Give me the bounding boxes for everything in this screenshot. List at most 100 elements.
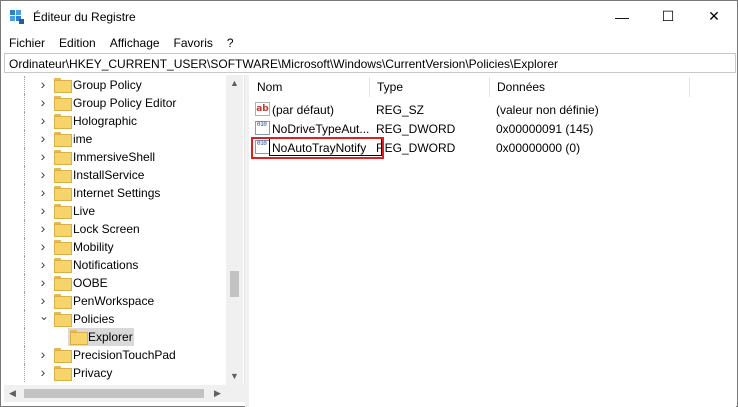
value-type: REG_DWORD (376, 122, 456, 136)
value-data: (valeur non définie) (496, 103, 599, 117)
tree-item[interactable]: › Mobility (4, 238, 226, 256)
tree-item[interactable]: › InstallService (4, 166, 226, 184)
chevron-right-icon[interactable]: › (39, 113, 47, 127)
menu-help[interactable]: ? (220, 33, 241, 53)
tree-item[interactable]: › ImmersiveShell (4, 148, 226, 166)
folder-icon (54, 348, 72, 363)
tree-guide-line (24, 220, 25, 238)
chevron-down-icon[interactable]: ⌄ (39, 310, 49, 322)
value-name: NoDriveTypeAut... (272, 122, 370, 136)
folder-icon (54, 186, 72, 201)
tree-item[interactable]: ⌄ Policies (4, 310, 226, 328)
tree-item-label: ImmersiveShell (73, 150, 156, 164)
column-separator[interactable] (689, 77, 690, 97)
menu-favoris[interactable]: Favoris (167, 33, 220, 53)
tree-item[interactable]: › ime (4, 130, 226, 148)
scroll-down-icon[interactable]: ▼ (226, 368, 243, 385)
chevron-right-icon[interactable]: › (39, 95, 47, 109)
title-bar[interactable]: Éditeur du Registre — ☐ ✕ (1, 1, 737, 32)
scroll-thumb[interactable] (24, 389, 204, 398)
tree-item-label: PrecisionTouchPad (73, 348, 176, 362)
tree-guide-line (24, 310, 25, 328)
folder-icon (54, 294, 72, 309)
menu-edition[interactable]: Edition (52, 33, 103, 53)
scroll-up-icon[interactable]: ▲ (226, 75, 243, 92)
chevron-right-icon[interactable]: › (39, 167, 47, 181)
folder-icon (54, 312, 72, 327)
tree-guide-line (24, 184, 25, 202)
tree-guide-line (24, 274, 25, 292)
tree-item[interactable]: Explorer (4, 328, 226, 346)
folder-icon (54, 150, 72, 165)
chevron-right-icon[interactable]: › (39, 239, 47, 253)
menu-affichage[interactable]: Affichage (103, 33, 167, 53)
close-button[interactable]: ✕ (691, 1, 737, 32)
folder-icon (54, 204, 72, 219)
tree-item[interactable]: › OOBE (4, 274, 226, 292)
scroll-right-icon[interactable]: ▶ (209, 385, 226, 402)
chevron-right-icon[interactable]: › (39, 131, 47, 145)
tree-item[interactable]: › Live (4, 202, 226, 220)
tree-item[interactable]: › Group Policy Editor (4, 94, 226, 112)
tree-item-label: Live (73, 204, 96, 218)
column-header-nom[interactable]: Nom (249, 75, 369, 99)
tree-item-label: Privacy (73, 366, 113, 380)
folder-icon (54, 276, 72, 291)
tree-item[interactable]: › Group Policy (4, 76, 226, 94)
value-name: (par défaut) (272, 103, 335, 117)
folder-icon (54, 366, 72, 381)
address-path[interactable]: Ordinateur\HKEY_CURRENT_USER\SOFTWARE\Mi… (9, 57, 558, 71)
key-tree-pane[interactable]: › Group Policy › Group Policy Editor › Hologr… (4, 75, 245, 385)
list-item[interactable]: 010 NoDriveTypeAut... REG_DWORD 0x000000… (249, 119, 736, 138)
tree-item[interactable]: › Lock Screen (4, 220, 226, 238)
folder-icon (54, 96, 72, 111)
tree-item-label: Mobility (73, 240, 114, 254)
folder-icon (54, 240, 72, 255)
tree-guide-line (24, 148, 25, 166)
tree-item-label: OOBE (73, 276, 108, 290)
chevron-right-icon[interactable]: › (39, 365, 47, 379)
list-item[interactable]: ab (par défaut) REG_SZ (valeur non défin… (249, 100, 736, 119)
maximize-button[interactable]: ☐ (645, 1, 691, 32)
chevron-right-icon[interactable]: › (39, 203, 47, 217)
chevron-right-icon[interactable]: › (39, 293, 47, 307)
chevron-right-icon[interactable]: › (39, 77, 47, 91)
tree-item[interactable]: › Holographic (4, 112, 226, 130)
address-bar[interactable]: Ordinateur\HKEY_CURRENT_USER\SOFTWARE\Mi… (4, 53, 736, 73)
tree-item[interactable]: › Internet Settings (4, 184, 226, 202)
tree-item[interactable]: › PenWorkspace (4, 292, 226, 310)
tree-item[interactable]: › Notifications (4, 256, 226, 274)
tree-guide-line (24, 130, 25, 148)
tree-vertical-scrollbar[interactable]: ▲ ▼ (226, 75, 243, 385)
menu-bar: Fichier Edition Affichage Favoris ? (1, 33, 737, 53)
column-header-donnees[interactable]: Données (489, 75, 689, 99)
tree-item[interactable]: › PrecisionTouchPad (4, 346, 226, 364)
chevron-right-icon[interactable]: › (39, 221, 47, 235)
tree-guide-line (24, 202, 25, 220)
tree-guide-line (24, 76, 25, 94)
scroll-left-icon[interactable]: ◀ (4, 385, 21, 402)
tree-horizontal-scrollbar[interactable]: ◀ ▶ (4, 385, 245, 402)
minimize-button[interactable]: — (599, 1, 645, 32)
values-list-pane[interactable]: Nom Type Données ab (par défaut) REG_SZ … (249, 75, 736, 407)
chevron-right-icon[interactable]: › (39, 257, 47, 271)
list-header: Nom Type Données (249, 75, 736, 99)
registry-editor-window: Éditeur du Registre — ☐ ✕ Fichier Editio… (0, 0, 738, 407)
tree-item-label: Notifications (73, 258, 139, 272)
tree-guide-line (24, 238, 25, 256)
tree-guide-line (24, 346, 25, 364)
folder-icon (70, 330, 88, 345)
chevron-right-icon[interactable]: › (39, 347, 47, 361)
value-type: REG_DWORD (376, 141, 456, 155)
tree-item[interactable]: › Privacy (4, 364, 226, 382)
tree-guide-line (24, 94, 25, 112)
chevron-right-icon[interactable]: › (39, 275, 47, 289)
menu-fichier[interactable]: Fichier (1, 33, 52, 53)
value-data: 0x00000000 (0) (496, 141, 581, 155)
column-header-type[interactable]: Type (369, 75, 489, 99)
chevron-right-icon[interactable]: › (39, 185, 47, 199)
scroll-thumb[interactable] (230, 271, 239, 297)
folder-icon (54, 168, 72, 183)
chevron-right-icon[interactable]: › (39, 149, 47, 163)
tree-item-label: Explorer (88, 330, 133, 344)
